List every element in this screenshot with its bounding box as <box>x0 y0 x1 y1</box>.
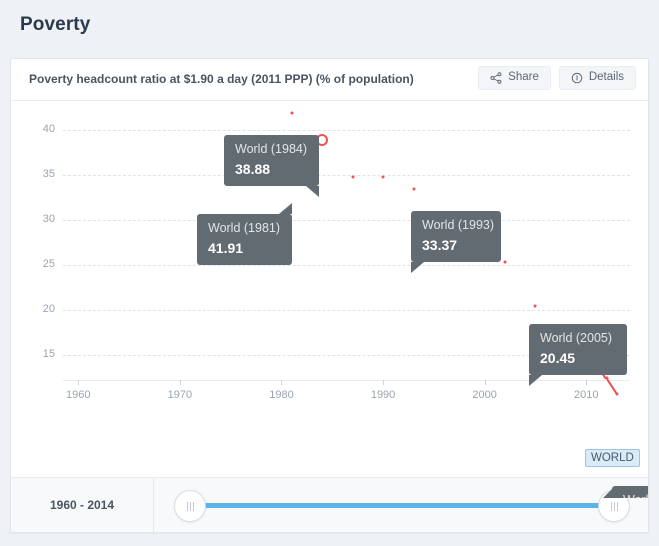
slider-range-label: 1960 - 2014 <box>11 478 154 532</box>
gridline <box>63 219 630 221</box>
x-axis-tick-mark <box>78 380 80 385</box>
chart-plot-area[interactable]: 15 20 25 30 35 40 1960 1970 1980 1990 2000 2010 Wor… <box>11 101 648 498</box>
x-axis-tick-label: 1970 <box>167 389 193 401</box>
x-axis <box>63 380 630 381</box>
data-point[interactable] <box>615 392 619 396</box>
tooltip-value: 38.88 <box>235 160 271 177</box>
tooltip-1993: World (1993) 33.37 <box>411 211 501 274</box>
tooltip-label: World (2005) <box>540 331 613 345</box>
data-point[interactable] <box>412 187 416 191</box>
data-point[interactable] <box>605 376 609 380</box>
gridline <box>63 309 630 311</box>
tooltip-tail-icon <box>279 203 292 214</box>
page-title: Poverty <box>20 14 91 35</box>
chart-title: Poverty headcount ratio at $1.90 a day (… <box>29 72 414 86</box>
tooltip-2005: World (2005) 20.45 <box>529 324 627 387</box>
x-axis-tick-label: 2000 <box>472 389 497 401</box>
gridline <box>63 264 630 266</box>
y-axis-tick-label: 40 <box>42 122 55 135</box>
y-axis-tick-label: 20 <box>42 302 55 315</box>
tooltip-1984: World (1984) 38.88 <box>224 135 319 198</box>
tooltip-label: World (1993) <box>422 218 495 232</box>
x-axis-tick-label: 1980 <box>269 389 294 401</box>
tooltip-2013: World (2013) 10.67 <box>603 486 648 498</box>
data-point[interactable] <box>503 260 507 264</box>
info-circle-icon <box>571 72 583 84</box>
year-range-slider[interactable]: 1960 - 2014 <box>11 477 648 532</box>
y-axis-tick-label: 25 <box>42 257 55 270</box>
slider-track-wrap[interactable] <box>154 478 648 532</box>
y-axis-tick-label: 30 <box>42 212 55 225</box>
data-point[interactable] <box>533 304 537 308</box>
tooltip-value: 33.37 <box>422 236 458 253</box>
slider-handle-start[interactable] <box>174 490 206 522</box>
tooltip-tail-icon <box>411 262 424 274</box>
x-axis-tick-label: 1960 <box>65 389 91 401</box>
tooltip-value: 20.45 <box>540 349 576 366</box>
tooltip-tail-icon <box>603 486 615 498</box>
tooltip-label: World (1984) <box>235 142 308 156</box>
x-axis-tick-label: 1990 <box>370 389 396 401</box>
tooltip-tail-icon <box>306 186 319 198</box>
y-axis-tick-label: 35 <box>42 167 55 180</box>
data-point[interactable] <box>381 175 385 179</box>
gridline <box>63 174 630 176</box>
details-button-label: Details <box>588 71 624 84</box>
slider-track[interactable] <box>202 503 602 508</box>
card-header: Poverty headcount ratio at $1.90 a day (… <box>11 59 648 101</box>
chart-card: Poverty headcount ratio at $1.90 a day (… <box>10 58 649 533</box>
gridline <box>63 129 630 131</box>
series-label-world[interactable]: WORLD <box>585 449 640 467</box>
x-axis-tick-mark <box>383 380 385 385</box>
tooltip-label: World (1981) <box>208 221 281 235</box>
header-actions: Share Details <box>478 66 636 90</box>
details-button[interactable]: Details <box>558 66 636 90</box>
data-point[interactable] <box>351 175 355 179</box>
y-axis-tick-label: 15 <box>42 347 55 360</box>
x-axis-tick-mark <box>586 380 588 385</box>
share-button-label: Share <box>508 71 539 84</box>
x-axis-tick-mark <box>281 380 283 385</box>
x-axis-tick-label: 2010 <box>574 389 599 401</box>
share-icon <box>490 72 502 84</box>
tooltip-1981: World (1981) 41.91 <box>197 203 292 266</box>
share-button[interactable]: Share <box>478 66 551 90</box>
tooltip-tail-icon <box>529 375 542 387</box>
x-axis-tick-mark <box>484 380 486 385</box>
tooltip-label: World (2013) <box>623 493 648 498</box>
data-point[interactable] <box>290 111 294 115</box>
tooltip-value: 41.91 <box>208 239 244 256</box>
x-axis-tick-mark <box>179 380 181 385</box>
